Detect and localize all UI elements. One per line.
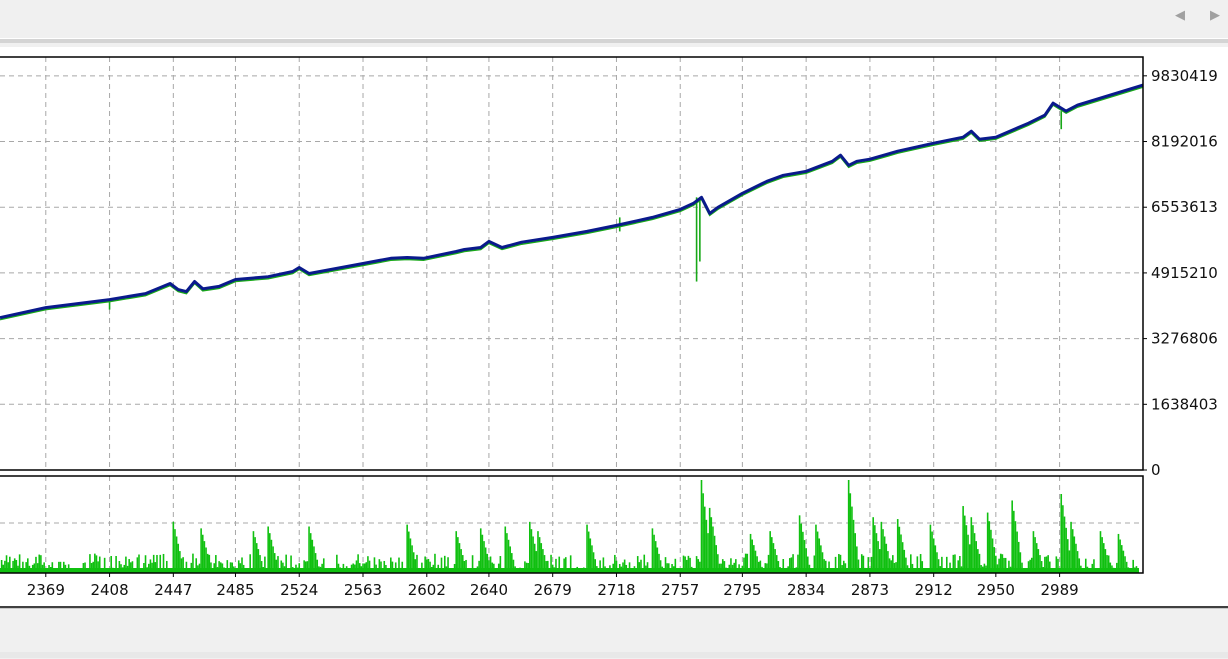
scroll-right-icon[interactable]: ▶: [1205, 6, 1225, 26]
top-separator: [0, 38, 1228, 43]
scroll-left-icon[interactable]: ◀: [1170, 6, 1190, 26]
x-tick-label: 2369: [27, 581, 65, 599]
x-tick-label: 2602: [408, 581, 446, 599]
bottom-edge: [0, 652, 1228, 658]
x-tick-label: 2485: [216, 581, 254, 599]
x-tick-label: 2524: [280, 581, 318, 599]
chart-area: 9830419 8192016 6553613 4915210 3276806 16384…: [0, 47, 1228, 608]
x-tick-label: 2912: [915, 581, 953, 599]
x-tick-label: 2873: [851, 581, 889, 599]
y-tick-label: 3276806: [1151, 330, 1218, 348]
x-tick-label: 2640: [470, 581, 508, 599]
x-tick-label: 2679: [534, 581, 572, 599]
x-tick-label: 2718: [597, 581, 635, 599]
x-tick-label: 2447: [154, 581, 192, 599]
y-tick-label: 0: [1151, 461, 1161, 479]
x-tick-label: 2408: [90, 581, 128, 599]
y-tick-label: 6553613: [1151, 198, 1218, 216]
x-tick-label: 2757: [661, 581, 699, 599]
top-toolbar: ◀ ▶: [0, 0, 1228, 38]
x-tick-label: 2989: [1041, 581, 1079, 599]
x-tick-label: 2834: [787, 581, 825, 599]
y-tick-label: 9830419: [1151, 67, 1218, 85]
x-tick-label: 2563: [344, 581, 382, 599]
main-pane-frame: [0, 56, 1144, 471]
y-tick-label: 8192016: [1151, 133, 1218, 151]
y-tick-label: 1638403: [1151, 395, 1218, 413]
x-tick-label: 2950: [977, 581, 1015, 599]
y-tick-label: 4915210: [1151, 264, 1218, 282]
equity-line: [0, 83, 1144, 320]
x-tick-label: 2795: [723, 581, 761, 599]
chart-svg: 9830419 8192016 6553613 4915210 3276806 16384…: [0, 56, 1228, 608]
